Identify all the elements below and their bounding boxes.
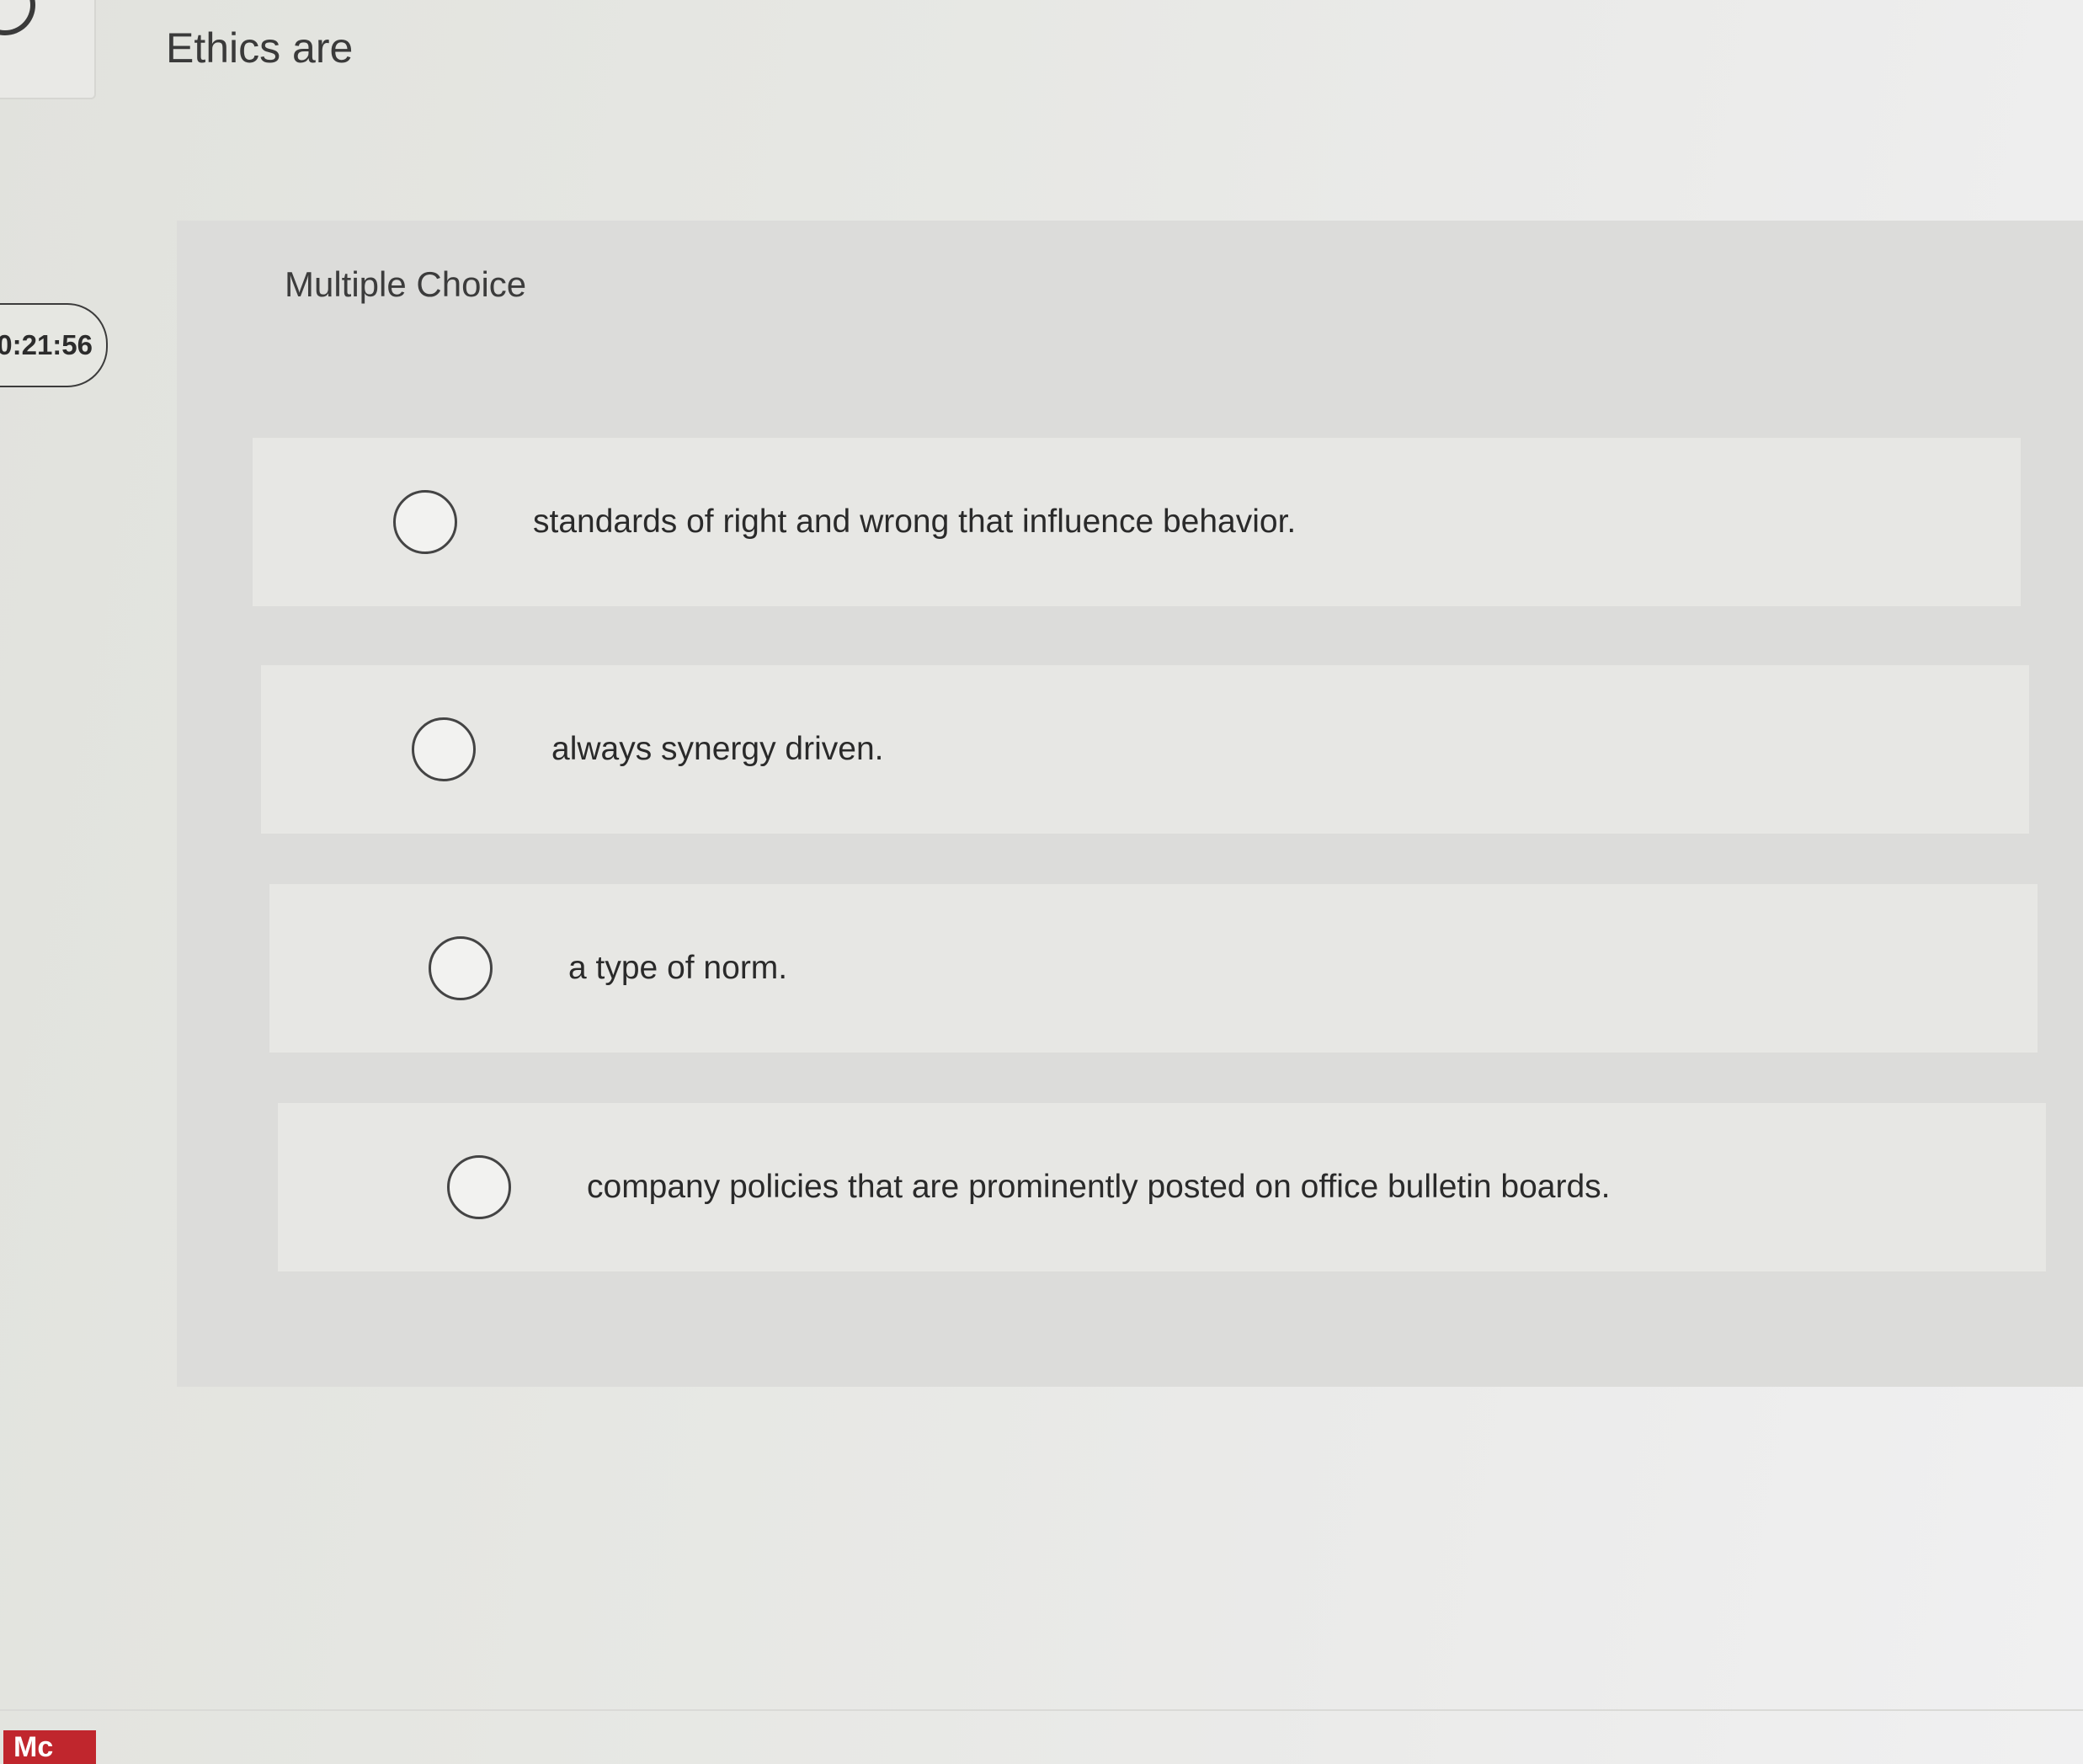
answer-option-label: standards of right and wrong that influe… <box>533 504 1297 540</box>
radio-button-icon[interactable] <box>447 1155 511 1219</box>
timer-badge[interactable]: 0:21:56 <box>0 303 108 387</box>
left-tab-button[interactable] <box>0 0 96 99</box>
question-type-label: Multiple Choice <box>285 264 527 304</box>
answer-option-1[interactable]: standards of right and wrong that influe… <box>253 438 2021 606</box>
answer-option-4[interactable]: company policies that are prominently po… <box>278 1103 2046 1271</box>
progress-ring-icon <box>0 0 35 35</box>
multiple-choice-panel: Multiple Choice standards of right and w… <box>177 221 2083 1387</box>
radio-button-icon[interactable] <box>393 490 457 554</box>
publisher-logo: Mc <box>3 1730 96 1764</box>
answer-option-label: company policies that are prominently po… <box>587 1169 1611 1205</box>
answer-option-3[interactable]: a type of norm. <box>269 884 2038 1053</box>
radio-button-icon[interactable] <box>429 936 493 1000</box>
radio-button-icon[interactable] <box>412 717 476 781</box>
footer-divider <box>0 1709 2083 1711</box>
answer-option-2[interactable]: always synergy driven. <box>261 665 2029 834</box>
answer-option-label: always synergy driven. <box>551 731 884 767</box>
answer-option-label: a type of norm. <box>568 950 788 986</box>
question-prompt: Ethics are <box>166 24 354 72</box>
